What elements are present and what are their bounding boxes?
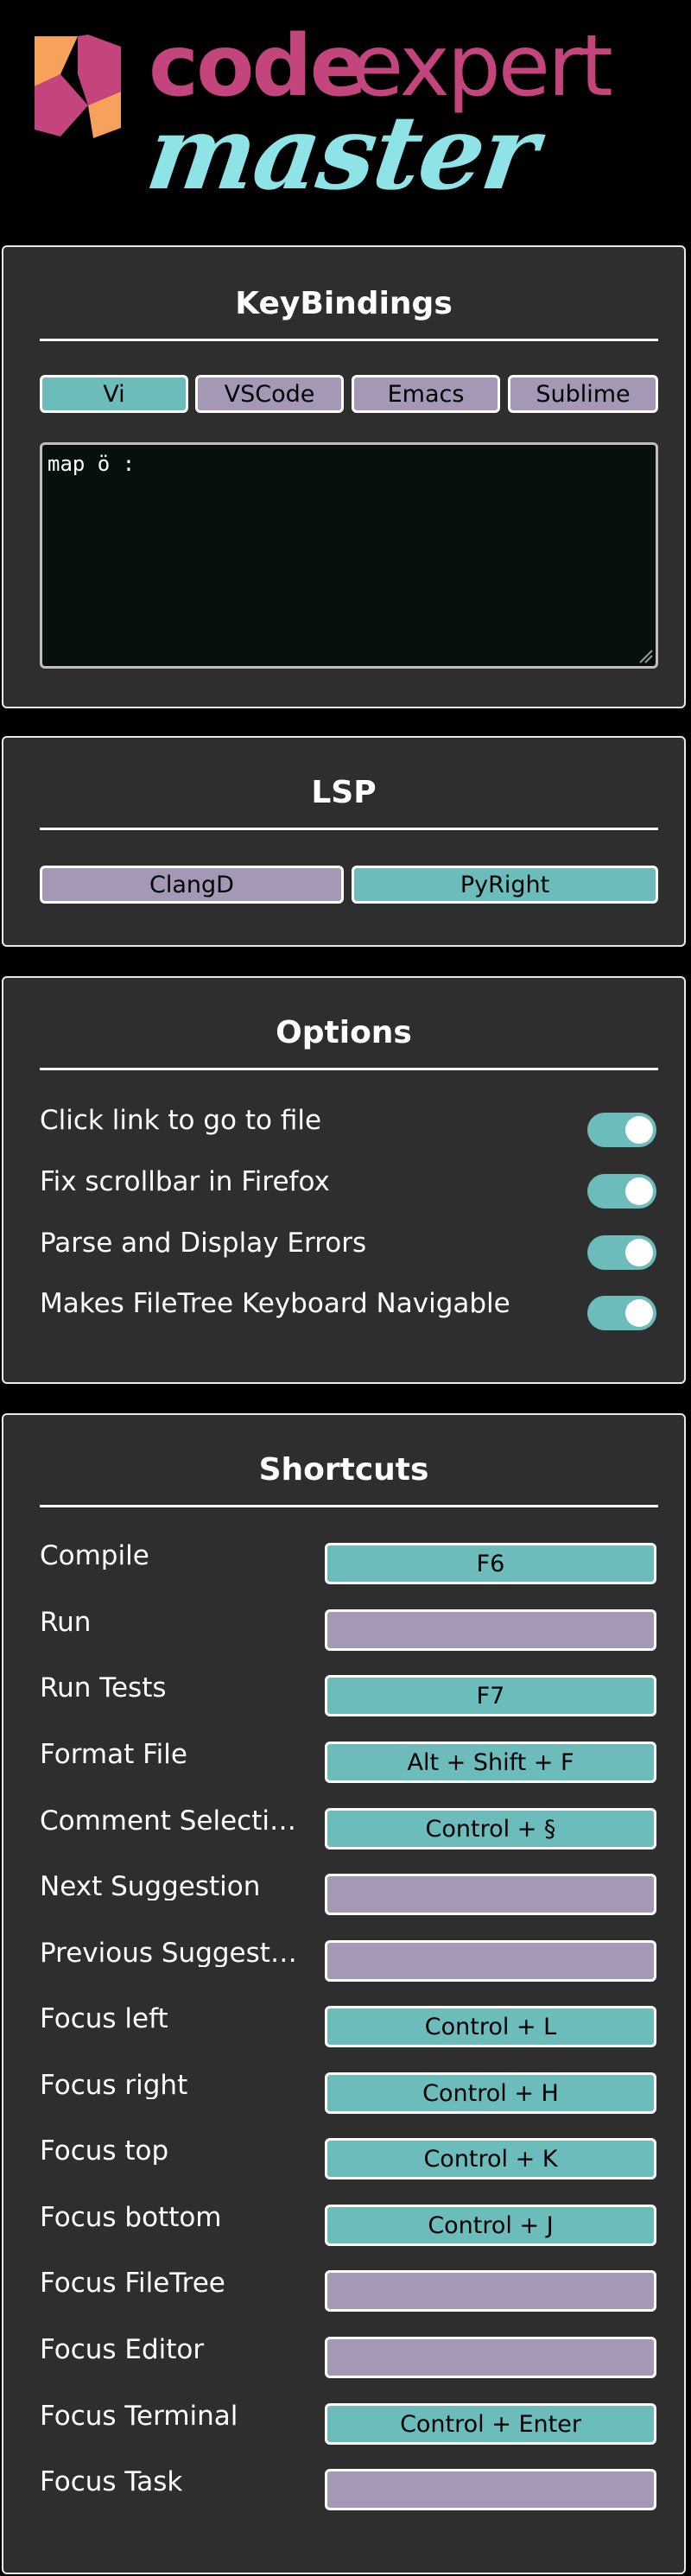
shortcut-label-comment-selection: Comment Selecti… — [40, 1808, 296, 1835]
shortcut-label-compile: Compile — [40, 1543, 149, 1570]
shortcut-label-format-file: Format File — [40, 1742, 187, 1768]
lsp-panel: LSP ClangD PyRight — [2, 736, 686, 947]
logo-mark-icon — [35, 35, 121, 138]
shortcut-key-focus-terminal[interactable]: Control + Enter — [325, 2403, 656, 2445]
shortcut-label-previous-suggestion: Previous Suggest… — [40, 1940, 297, 1967]
header: code expert master — [0, 0, 691, 244]
shortcuts-panel: Shortcuts Compile F6 Run Run Tests F7 Fo… — [2, 1413, 686, 2574]
option-parse-errors-label: Parse and Display Errors — [40, 1228, 367, 1259]
shortcut-key-focus-bottom[interactable]: Control + J — [325, 2205, 656, 2246]
shortcut-key-focus-right[interactable]: Control + H — [325, 2072, 656, 2114]
option-parse-errors-toggle[interactable] — [587, 1235, 656, 1270]
shortcut-label-focus-bottom: Focus bottom — [40, 2205, 222, 2231]
resize-grip-icon[interactable] — [637, 647, 654, 664]
toggle-knob — [625, 1177, 653, 1205]
shortcut-key-compile[interactable]: F6 — [325, 1543, 656, 1584]
options-panel: Options Click link to go to file Fix scr… — [2, 976, 686, 1384]
shortcut-label-focus-terminal: Focus Terminal — [40, 2403, 238, 2430]
shortcut-key-focus-editor[interactable] — [325, 2337, 656, 2378]
shortcut-key-run[interactable] — [325, 1609, 656, 1651]
shortcut-label-run: Run — [40, 1609, 92, 1636]
logo-word-master: master — [140, 92, 544, 213]
shortcut-key-focus-filetree[interactable] — [325, 2270, 656, 2312]
lsp-pyright-button[interactable]: PyRight — [352, 866, 658, 904]
shortcuts-divider — [40, 1505, 658, 1507]
shortcut-label-run-tests: Run Tests — [40, 1675, 167, 1702]
shortcuts-title: Shortcuts — [258, 1452, 429, 1488]
keybinding-config-text: map ö : — [48, 452, 136, 476]
shortcut-label-focus-top: Focus top — [40, 2138, 169, 2165]
shortcut-key-focus-left[interactable]: Control + L — [325, 2006, 656, 2047]
toggle-knob — [625, 1239, 653, 1266]
shortcut-label-focus-right: Focus right — [40, 2072, 188, 2099]
keybindings-panel: KeyBindings Vi VSCode Emacs Sublime map … — [2, 245, 686, 708]
shortcut-key-format-file[interactable]: Alt + Shift + F — [325, 1742, 656, 1783]
option-filetree-nav-toggle[interactable] — [587, 1296, 656, 1330]
option-filetree-nav-label: Makes FileTree Keyboard Navigable — [40, 1288, 510, 1319]
shortcut-key-next-suggestion[interactable] — [325, 1874, 656, 1915]
shortcut-key-run-tests[interactable]: F7 — [325, 1675, 656, 1716]
keybinding-vi-button[interactable]: Vi — [40, 375, 188, 413]
shortcut-key-focus-task[interactable] — [325, 2469, 656, 2510]
option-fix-scrollbar-label: Fix scrollbar in Firefox — [40, 1166, 330, 1197]
shortcut-label-focus-editor: Focus Editor — [40, 2337, 205, 2363]
keybinding-config-textarea[interactable]: map ö : — [40, 442, 658, 669]
shortcut-label-focus-task: Focus Task — [40, 2469, 183, 2496]
shortcut-key-previous-suggestion[interactable] — [325, 1940, 656, 1982]
keybindings-title: KeyBindings — [235, 286, 453, 321]
keybinding-emacs-button[interactable]: Emacs — [352, 375, 500, 413]
shortcut-label-focus-left: Focus left — [40, 2006, 168, 2033]
keybinding-sublime-button[interactable]: Sublime — [508, 375, 658, 413]
option-click-link-label: Click link to go to file — [40, 1105, 322, 1136]
options-title: Options — [276, 1015, 412, 1050]
shortcut-label-focus-filetree: Focus FileTree — [40, 2270, 225, 2297]
shortcut-label-next-suggestion: Next Suggestion — [40, 1874, 261, 1900]
lsp-clangd-button[interactable]: ClangD — [40, 866, 344, 904]
shortcut-key-comment-selection[interactable]: Control + § — [325, 1808, 656, 1850]
option-click-link-toggle[interactable] — [587, 1113, 656, 1147]
toggle-knob — [625, 1299, 653, 1327]
shortcut-key-focus-top[interactable]: Control + K — [325, 2138, 656, 2179]
keybindings-divider — [40, 339, 658, 341]
options-divider — [40, 1068, 658, 1070]
keybinding-vscode-button[interactable]: VSCode — [195, 375, 344, 413]
lsp-title: LSP — [311, 775, 377, 810]
lsp-divider — [40, 828, 658, 830]
toggle-knob — [625, 1116, 653, 1144]
option-fix-scrollbar-toggle[interactable] — [587, 1174, 656, 1209]
